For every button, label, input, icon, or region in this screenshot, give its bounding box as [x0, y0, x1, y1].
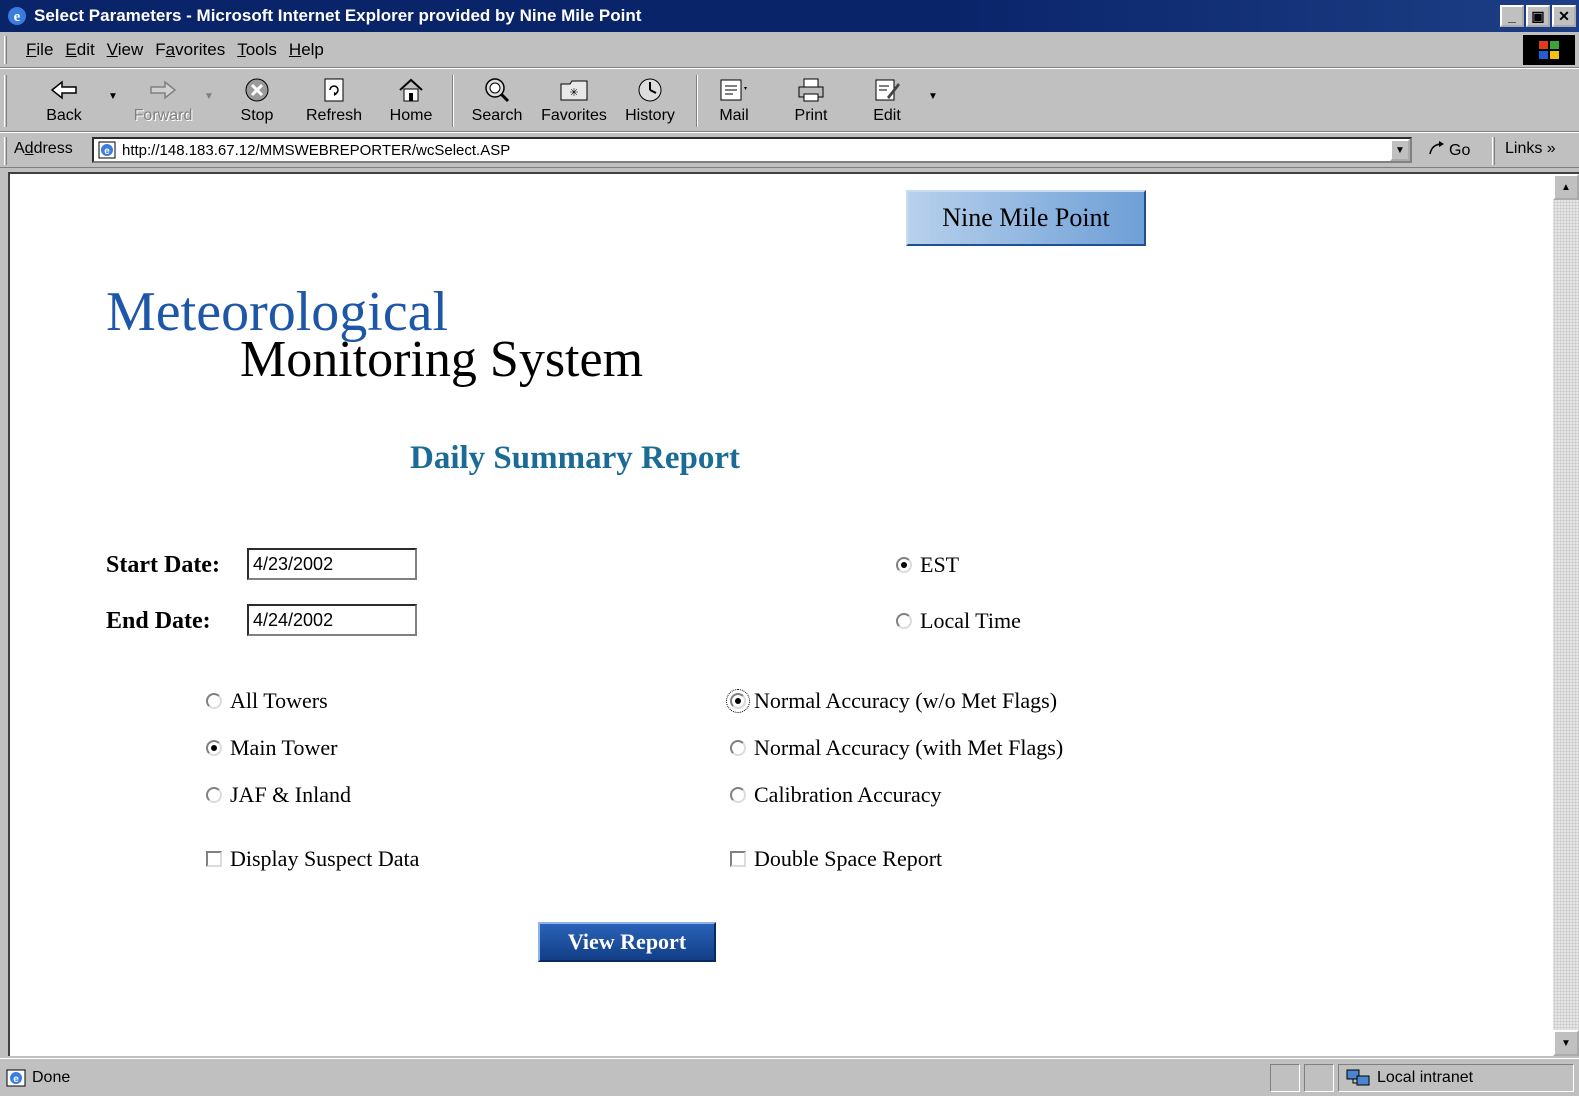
radio-local-time[interactable]: Local Time: [896, 608, 1021, 634]
end-date-label: End Date:: [106, 608, 211, 634]
forward-button[interactable]: Forward: [130, 73, 196, 129]
end-date-field[interactable]: [247, 604, 417, 636]
radio-button[interactable]: [896, 557, 912, 573]
radio-calibration-accuracy[interactable]: Calibration Accuracy: [730, 782, 942, 808]
window-title-bar[interactable]: e Select Parameters - Microsoft Internet…: [0, 0, 1579, 32]
minimize-button[interactable]: _: [1500, 5, 1524, 27]
print-button[interactable]: Print: [786, 73, 836, 129]
menu-grip: [4, 36, 7, 64]
forward-arrow-icon: [149, 73, 177, 107]
favorites-folder-icon: ✳: [559, 73, 589, 107]
svg-text:✳: ✳: [569, 87, 578, 99]
radio-button[interactable]: [730, 787, 746, 803]
radio-button[interactable]: [206, 740, 222, 756]
page-done-icon: e: [6, 1069, 26, 1087]
status-panel: [1270, 1064, 1300, 1092]
windows-logo-icon: [1523, 35, 1575, 65]
menu-help[interactable]: Help: [289, 40, 324, 60]
local-intranet-icon: [1345, 1068, 1371, 1088]
checkbox-double-space-report[interactable]: Double Space Report: [730, 846, 942, 872]
menu-file[interactable]: File: [26, 40, 53, 60]
radio-button[interactable]: [896, 613, 912, 629]
scroll-up-icon[interactable]: ▲: [1553, 174, 1579, 200]
stop-button[interactable]: Stop: [232, 73, 282, 129]
radio-est[interactable]: EST: [896, 552, 959, 578]
address-field[interactable]: e http://148.183.67.12/MMSWEBREPORTER/wc…: [92, 137, 1412, 163]
address-label: Address: [14, 140, 73, 157]
edit-button[interactable]: Edit: [864, 73, 910, 129]
address-bar: Address e http://148.183.67.12/MMSWEBREP…: [0, 132, 1579, 168]
checkbox-display-suspect-data[interactable]: Display Suspect Data: [206, 846, 419, 872]
radio-button[interactable]: [206, 693, 222, 709]
page-content: Nine Mile Point Meteorological Monitorin…: [8, 172, 1579, 1056]
window-title: Select Parameters - Microsoft Internet E…: [34, 6, 642, 25]
svg-text:e: e: [14, 9, 21, 25]
close-button[interactable]: ✕: [1552, 5, 1576, 27]
maximize-button[interactable]: ▣: [1526, 5, 1550, 27]
security-zone: Local intranet: [1338, 1064, 1574, 1092]
history-icon: [636, 73, 664, 107]
scroll-down-icon[interactable]: ▼: [1553, 1030, 1579, 1056]
radio-button[interactable]: [726, 689, 750, 713]
start-date-label: Start Date:: [106, 552, 220, 578]
refresh-button[interactable]: Refresh: [300, 73, 368, 129]
checkbox[interactable]: [206, 851, 222, 867]
go-arrow-icon: [1428, 140, 1446, 161]
vertical-scrollbar[interactable]: ▲ ▼: [1553, 174, 1579, 1056]
toolbar-grip: [4, 75, 7, 127]
status-text-cell: e Done: [4, 1064, 1266, 1092]
printer-icon: [796, 73, 826, 107]
radio-jaf-inland[interactable]: JAF & Inland: [206, 782, 351, 808]
radio-all-towers[interactable]: All Towers: [206, 688, 328, 714]
back-button[interactable]: Back: [36, 73, 92, 129]
radio-normal-accuracy-with-flags[interactable]: Normal Accuracy (with Met Flags): [730, 735, 1063, 761]
address-grip: [4, 137, 7, 165]
radio-normal-accuracy-without-flags[interactable]: Normal Accuracy (w/o Met Flags): [726, 688, 1057, 714]
mail-button[interactable]: Mail: [708, 73, 760, 129]
toolbar-separator: [452, 75, 454, 127]
svg-text:e: e: [13, 1074, 19, 1085]
back-dropdown-icon[interactable]: ▼: [108, 91, 118, 102]
links-button[interactable]: Links »: [1505, 140, 1556, 158]
standard-toolbar: Back ▼ Forward ▼ Stop Refresh Home Searc…: [0, 68, 1579, 132]
logo-monitoring-system: Monitoring System: [240, 331, 644, 388]
report-title: Daily Summary Report: [410, 440, 740, 476]
menu-edit[interactable]: Edit: [65, 40, 94, 60]
svg-text:e: e: [104, 146, 110, 157]
menu-bar: File Edit View Favorites Tools Help: [0, 32, 1579, 68]
start-date-field[interactable]: [247, 548, 417, 580]
nine-mile-point-button[interactable]: Nine Mile Point: [906, 190, 1146, 246]
edit-dropdown-icon[interactable]: ▼: [928, 91, 938, 102]
back-arrow-icon: [50, 73, 78, 107]
page-icon: e: [96, 140, 118, 160]
search-button[interactable]: Search: [464, 73, 530, 129]
checkbox[interactable]: [730, 851, 746, 867]
toolbar-separator: [696, 75, 698, 127]
go-button[interactable]: Go: [1428, 140, 1470, 161]
history-button[interactable]: History: [618, 73, 682, 129]
menu-view[interactable]: View: [107, 40, 144, 60]
view-report-button[interactable]: View Report: [538, 922, 716, 962]
status-bar: e Done Local intranet: [0, 1058, 1579, 1096]
menu-favorites[interactable]: Favorites: [155, 40, 225, 60]
stop-icon: [244, 73, 270, 107]
forward-dropdown-icon[interactable]: ▼: [204, 91, 214, 102]
radio-main-tower[interactable]: Main Tower: [206, 735, 337, 761]
radio-button[interactable]: [730, 740, 746, 756]
search-icon: [483, 73, 511, 107]
favorites-button[interactable]: ✳ Favorites: [536, 73, 612, 129]
status-panel: [1304, 1064, 1334, 1092]
edit-page-icon: [873, 73, 901, 107]
menu-tools[interactable]: Tools: [237, 40, 277, 60]
address-url[interactable]: http://148.183.67.12/MMSWEBREPORTER/wcSe…: [122, 142, 510, 159]
radio-button[interactable]: [206, 787, 222, 803]
internet-explorer-icon: e: [6, 5, 28, 27]
mail-icon: [719, 73, 749, 107]
home-icon: [397, 73, 425, 107]
links-separator: [1492, 137, 1495, 165]
home-button[interactable]: Home: [384, 73, 438, 129]
refresh-icon: [322, 73, 346, 107]
address-dropdown-icon[interactable]: ▼: [1390, 139, 1410, 161]
